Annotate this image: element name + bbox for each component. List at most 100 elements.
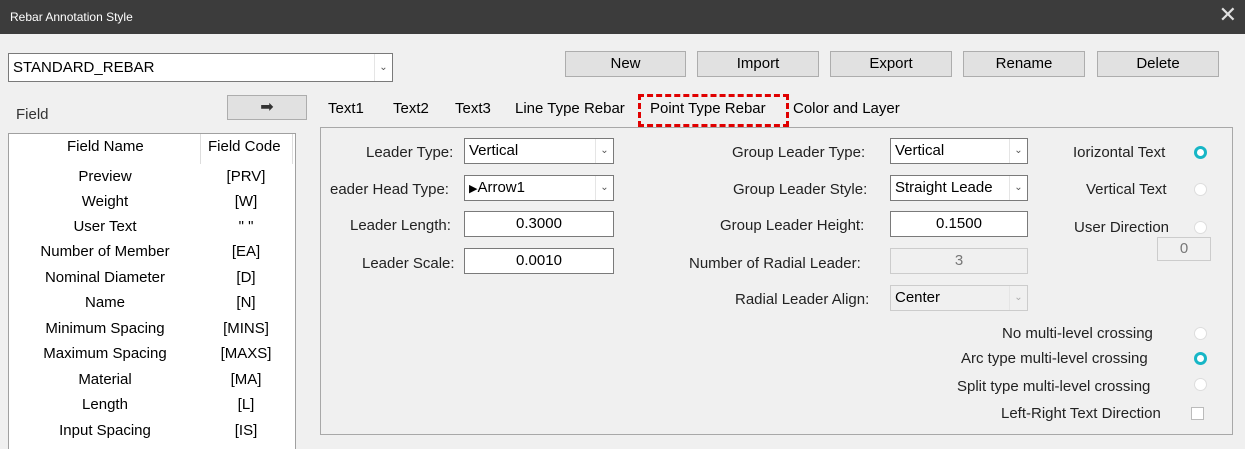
field-name: Input Spacing [59, 422, 151, 439]
field-name: Weight [81, 193, 129, 210]
leader-length-input[interactable]: 0.3000 [464, 211, 614, 237]
table-row[interactable]: Number of Member [EA] [9, 239, 295, 265]
arc-multilevel-label: Arc type multi-level crossing [961, 350, 1148, 367]
group-leader-style-value: Straight Leade [895, 179, 993, 196]
table-row[interactable]: Input Spacing [IS] [9, 418, 295, 444]
no-multilevel-radio[interactable] [1194, 327, 1207, 340]
group-leader-type-select[interactable]: Vertical ⌄ [890, 138, 1028, 164]
field-name: Material [78, 371, 132, 388]
group-leader-type-value: Vertical [895, 142, 945, 159]
arc-multilevel-radio[interactable] [1194, 352, 1207, 365]
field-label: Field [16, 106, 49, 123]
table-row[interactable]: Material [MA] [9, 367, 295, 393]
leader-head-type-label: eader Head Type: [330, 181, 449, 198]
leader-type-label: Leader Type: [366, 144, 454, 161]
close-icon[interactable]: ✕ [1219, 3, 1237, 27]
table-row[interactable]: Weight [W] [9, 189, 295, 215]
user-direction-input: 0 [1157, 237, 1211, 261]
tab-text1[interactable]: Text1 [328, 100, 364, 117]
arrow-right-icon: ➡ [260, 99, 274, 116]
horizontal-text-label: Iorizontal Text [1073, 144, 1166, 161]
field-code: [MINS] [223, 320, 269, 337]
table-row[interactable]: User Text " " [9, 214, 295, 240]
leader-head-type-value: Arrow1 [477, 179, 525, 196]
style-select[interactable]: STANDARD_REBAR ⌄ [8, 53, 393, 82]
leader-type-value: Vertical [469, 142, 519, 159]
field-code: [W] [234, 193, 258, 210]
lr-text-direction-label: Left-Right Text Direction [1001, 405, 1161, 422]
add-field-button[interactable]: ➡ [227, 95, 307, 120]
field-code: [PRV] [226, 168, 266, 185]
no-multilevel-label: No multi-level crossing [1002, 325, 1153, 342]
chevron-down-icon: ⌄ [595, 176, 613, 200]
field-name: Number of Member [40, 243, 170, 260]
field-name: Name [84, 294, 125, 311]
radial-leader-align-label: Radial Leader Align: [735, 291, 870, 308]
field-code: [N] [236, 294, 256, 311]
new-button[interactable]: New [565, 51, 686, 77]
field-name: Preview [78, 168, 132, 185]
style-select-value: STANDARD_REBAR [13, 59, 155, 76]
vertical-text-radio[interactable] [1194, 183, 1207, 196]
field-code: [MAXS] [220, 345, 272, 362]
header-divider [200, 134, 201, 164]
field-code: " " [238, 218, 254, 235]
radial-leader-count-label: Number of Radial Leader: [689, 255, 861, 272]
lr-text-direction-checkbox[interactable] [1191, 407, 1204, 420]
tab-line-type-rebar[interactable]: Line Type Rebar [515, 100, 625, 117]
title-bar: Rebar Annotation Style ✕ [0, 0, 1245, 34]
field-code: [IS] [234, 422, 258, 439]
field-name: User Text [73, 218, 137, 235]
leader-type-select[interactable]: Vertical ⌄ [464, 138, 614, 164]
table-row[interactable]: Minimum Spacing [MINS] [9, 316, 295, 342]
radial-leader-align-value: Center [895, 289, 941, 306]
field-table[interactable]: Field Name Field Code Preview [PRV] Weig… [8, 133, 296, 449]
split-multilevel-radio[interactable] [1194, 378, 1207, 391]
active-tab-highlight [638, 94, 789, 127]
field-name: Length [82, 396, 128, 413]
field-code: [MA] [230, 371, 262, 388]
chevron-down-icon: ⌄ [1009, 139, 1027, 163]
user-direction-radio[interactable] [1194, 221, 1207, 234]
group-leader-height-label: Group Leader Height: [720, 217, 865, 234]
tab-text3[interactable]: Text3 [455, 100, 491, 117]
table-row[interactable]: Length [L] [9, 392, 295, 418]
vertical-text-label: Vertical Text [1086, 181, 1167, 198]
field-name: Minimum Spacing [45, 320, 165, 337]
split-multilevel-label: Split type multi-level crossing [957, 378, 1151, 395]
chevron-down-icon: ⌄ [1009, 286, 1027, 310]
table-row[interactable]: Nominal Diameter [D] [9, 265, 295, 291]
rename-button[interactable]: Rename [963, 51, 1085, 77]
export-button[interactable]: Export [830, 51, 952, 77]
table-row[interactable]: Name [N] [9, 290, 295, 316]
tab-text2[interactable]: Text2 [393, 100, 429, 117]
delete-button[interactable]: Delete [1097, 51, 1219, 77]
table-row[interactable]: Preview [PRV] [9, 164, 295, 190]
window-title: Rebar Annotation Style [10, 10, 133, 24]
group-leader-type-label: Group Leader Type: [732, 144, 866, 161]
field-code: [EA] [231, 243, 261, 260]
chevron-down-icon: ⌄ [595, 139, 613, 163]
leader-length-label: Leader Length: [350, 217, 451, 234]
leader-head-type-select[interactable]: ▶Arrow1 ⌄ [464, 175, 614, 201]
field-code-header: Field Code [208, 138, 281, 155]
group-leader-style-select[interactable]: Straight Leade ⌄ [890, 175, 1028, 201]
import-button[interactable]: Import [697, 51, 819, 77]
leader-scale-label: Leader Scale: [362, 255, 455, 272]
radial-leader-count-input: 3 [890, 248, 1028, 274]
group-leader-style-label: Group Leader Style: [733, 181, 868, 198]
field-name: Nominal Diameter [44, 269, 166, 286]
field-code: [D] [236, 269, 256, 286]
field-code: [L] [237, 396, 255, 413]
horizontal-text-radio[interactable] [1194, 146, 1207, 159]
radial-leader-align-select: Center ⌄ [890, 285, 1028, 311]
chevron-down-icon: ⌄ [1009, 176, 1027, 200]
table-row[interactable]: Maximum Spacing [MAXS] [9, 341, 295, 367]
field-name: Maximum Spacing [43, 345, 167, 362]
user-direction-label: User Direction [1074, 219, 1170, 236]
group-leader-height-input[interactable]: 0.1500 [890, 211, 1028, 237]
leader-scale-input[interactable]: 0.0010 [464, 248, 614, 274]
tab-color-and-layer[interactable]: Color and Layer [793, 100, 900, 117]
header-divider-right [292, 134, 293, 164]
chevron-down-icon: ⌄ [374, 54, 392, 81]
